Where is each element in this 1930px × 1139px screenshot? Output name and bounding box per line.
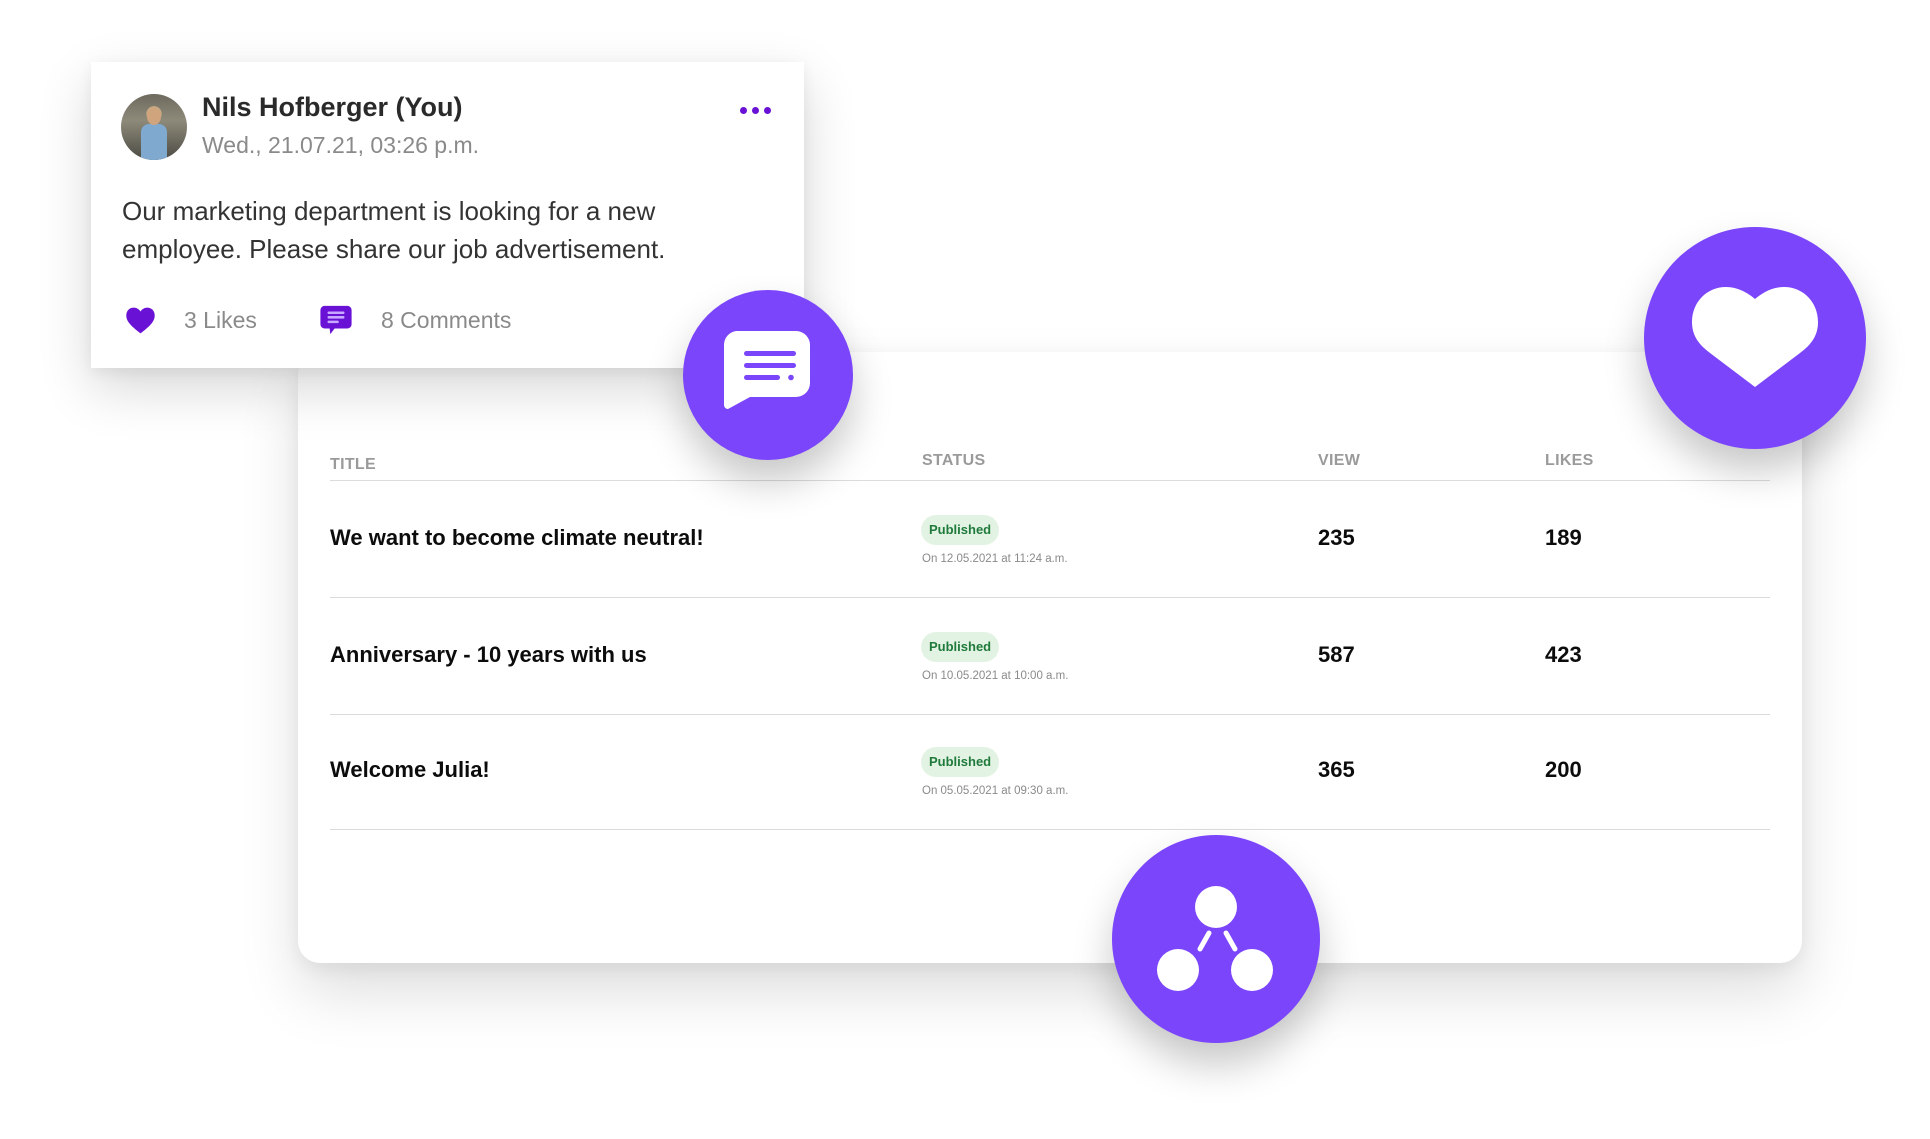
share-fab-button[interactable] [1112, 835, 1320, 1043]
like-fab-button[interactable] [1644, 227, 1866, 449]
table-row[interactable]: We want to become climate neutral! Publi… [330, 481, 1770, 598]
status-badge: Published [921, 632, 1000, 662]
column-header-view[interactable]: VIEW [1318, 452, 1360, 470]
publish-date: On 12.05.2021 at 11:24 a.m. [922, 553, 1068, 565]
post-title[interactable]: Welcome Julia! [330, 757, 490, 783]
comments-button[interactable]: 8 Comments [319, 302, 511, 338]
posts-table-card: TITLE STATUS VIEW LIKES We want to becom… [298, 352, 1802, 963]
like-count: 200 [1545, 757, 1582, 782]
comments-count-label: 8 Comments [381, 306, 512, 333]
post-title[interactable]: We want to become climate neutral! [330, 525, 704, 551]
like-count: 423 [1545, 642, 1582, 667]
view-count: 235 [1318, 525, 1355, 550]
status-badge: Published [921, 515, 1000, 545]
like-button[interactable]: 3 Likes [125, 302, 257, 338]
publish-date: On 05.05.2021 at 09:30 a.m. [922, 785, 1069, 797]
heart-icon [126, 307, 155, 333]
table-row[interactable]: Welcome Julia! Published On 05.05.2021 a… [330, 713, 1770, 830]
heart-icon [1692, 287, 1818, 387]
avatar[interactable] [121, 94, 187, 160]
more-horizontal-icon [752, 107, 759, 114]
post-title[interactable]: Anniversary - 10 years with us [330, 642, 647, 668]
avatar-photo-shirt [141, 124, 167, 160]
column-header-likes[interactable]: LIKES [1545, 452, 1594, 470]
comment-icon [320, 305, 352, 335]
share-icon [1157, 886, 1273, 991]
view-count: 587 [1318, 642, 1355, 667]
more-horizontal-icon [764, 107, 771, 114]
likes-count-label: 3 Likes [184, 306, 257, 333]
post-card: Nils Hofberger (You) Wed., 21.07.21, 03:… [91, 62, 804, 368]
post-timestamp: Wed., 21.07.21, 03:26 p.m. [202, 132, 480, 158]
comment-fab-button[interactable] [683, 290, 853, 460]
view-count: 365 [1318, 757, 1355, 782]
post-body: Our marketing department is looking for … [122, 196, 666, 264]
table-row[interactable]: Anniversary - 10 years with us Published… [330, 598, 1770, 715]
author-name[interactable]: Nils Hofberger (You) [202, 92, 463, 123]
column-header-status[interactable]: STATUS [922, 452, 985, 470]
more-options-button[interactable] [739, 102, 773, 118]
publish-date: On 10.05.2021 at 10:00 a.m. [922, 670, 1069, 682]
column-header-title[interactable]: TITLE [330, 456, 376, 474]
status-badge: Published [921, 747, 1000, 777]
avatar-photo-head [147, 108, 161, 125]
more-horizontal-icon [740, 107, 747, 114]
like-count: 189 [1545, 525, 1582, 550]
chat-bubble-icon [723, 331, 810, 409]
